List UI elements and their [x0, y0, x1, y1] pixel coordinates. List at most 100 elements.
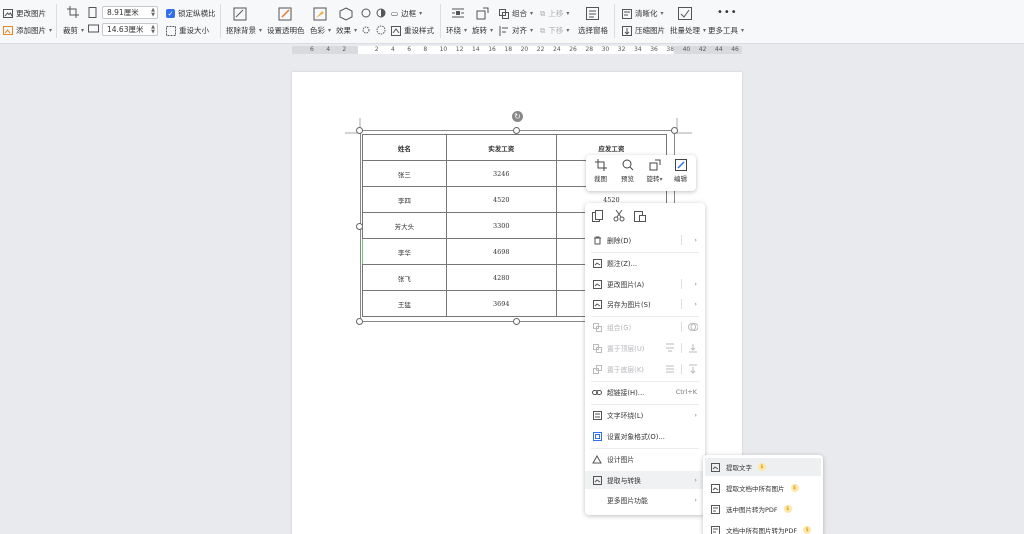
batch-icon[interactable]	[678, 7, 692, 20]
resize-handle[interactable]	[513, 127, 520, 134]
format-object-icon	[592, 431, 602, 441]
ruler-tick: 44	[715, 46, 723, 53]
menu-item-send-to-back[interactable]: 置于底层(K)	[585, 360, 705, 378]
ruler-tick: 8	[423, 46, 428, 53]
crop-button[interactable]: 裁剪 ▾	[63, 25, 84, 36]
chevron-down-icon: ▾	[328, 27, 332, 34]
set-transparent-button[interactable]: 设置透明色	[267, 25, 305, 36]
crop-icon-button[interactable]	[67, 6, 79, 18]
clarity-button[interactable]: 清晰化 ▾	[622, 8, 664, 19]
ruler-tick: 2	[342, 46, 347, 53]
transparent-icon[interactable]	[278, 7, 292, 21]
batch-button[interactable]: 批量处理 ▾	[670, 25, 706, 36]
spinner-icon[interactable]: ▲ ▼	[151, 25, 155, 35]
width-input[interactable]: 14.63厘米 ▲ ▼	[102, 23, 158, 36]
chevron-down-icon: ▾	[464, 27, 468, 34]
align-top-icon	[665, 343, 675, 355]
chevron-right-icon: ›	[694, 496, 697, 504]
resize-handle[interactable]	[513, 318, 520, 325]
menu-item-text-wrap[interactable]: 文字环绕(L) ›	[585, 406, 705, 424]
compress-button[interactable]: 压缩图片	[622, 25, 665, 36]
layer-down-icon	[665, 364, 675, 376]
border-button[interactable]: ▭ 边框 ▾	[391, 8, 422, 19]
ruler-tick: 34	[634, 46, 642, 53]
resize-handle[interactable]	[356, 318, 363, 325]
menu-item-extract-convert[interactable]: 提取与转换 ›	[585, 471, 705, 489]
resize-handle[interactable]	[356, 127, 363, 134]
chevron-right-icon: ›	[694, 411, 697, 419]
layer-bottom-icon	[688, 364, 698, 376]
more-tools-button[interactable]: 更多工具 ▾	[708, 25, 744, 36]
reset-style-icon	[391, 25, 401, 36]
color-button[interactable]: 色彩 ▾	[310, 25, 331, 36]
menu-item-hyperlink[interactable]: 超链接(H)... Ctrl+K	[585, 383, 705, 401]
cut-icon[interactable]	[613, 210, 625, 222]
ruler-tick: 42	[698, 46, 707, 53]
effects-icon[interactable]	[339, 7, 353, 21]
menu-item-format-object[interactable]: 设置对象格式(O)...	[585, 427, 705, 445]
menu-item-save-as-picture[interactable]: 另存为图片(S) ›	[585, 295, 705, 313]
wrap-button[interactable]: 环绕 ▾	[446, 25, 467, 36]
menu-item-design-picture[interactable]: 设计图片	[585, 450, 705, 468]
compress-icon	[622, 25, 632, 36]
menu-item-more-functions[interactable]: 更多图片功能 ›	[585, 491, 705, 509]
lock-ratio-checkbox[interactable]: ✓ 锁定纵横比	[166, 8, 216, 19]
contrast-icon[interactable]	[376, 8, 386, 18]
menu-item-group[interactable]: 组合(G)	[585, 318, 705, 336]
menu-item-bring-to-front[interactable]: 置于顶层(U)	[585, 339, 705, 357]
mini-preview-button[interactable]: 预览	[615, 159, 640, 183]
paste-icon[interactable]	[634, 210, 646, 222]
ruler-tick: 2	[374, 46, 379, 53]
mini-edit-button[interactable]: 编辑	[668, 159, 693, 183]
effects-button[interactable]: 效果 ▾	[336, 25, 357, 36]
resize-handle[interactable]	[671, 127, 678, 134]
ruler-tick: 10	[439, 46, 448, 53]
chevron-right-icon: ›	[694, 280, 697, 288]
submenu-item-selected-to-pdf[interactable]: 选中图片转为PDF $	[705, 500, 821, 518]
sparkle-icon[interactable]	[361, 25, 371, 35]
submenu-item-extract-text[interactable]: 提取文字 $	[705, 458, 821, 476]
submenu-item-extract-all-images[interactable]: 提取文档中所有图片 $	[705, 479, 821, 497]
reset-size-button[interactable]: 重设大小	[166, 25, 209, 36]
height-icon	[88, 7, 98, 18]
ruler-tick: 6	[407, 46, 412, 53]
send-backward-button[interactable]: ⧉ 下移 ▾	[540, 25, 569, 36]
contrast-down-icon[interactable]	[376, 25, 386, 35]
spinner-icon[interactable]: ▲ ▼	[151, 8, 155, 18]
brightness-icon[interactable]	[361, 8, 371, 18]
submenu-item-all-to-pdf[interactable]: 文档中所有图片转为PDF $	[705, 521, 821, 534]
rotate-icon[interactable]	[476, 7, 490, 20]
menu-item-caption[interactable]: 题注(Z)...	[585, 254, 705, 272]
rotate-icon	[649, 159, 660, 171]
wrap-icon[interactable]	[451, 7, 465, 20]
menu-item-change-picture[interactable]: 更改图片(A) ›	[585, 275, 705, 293]
copy-icon[interactable]	[592, 210, 604, 222]
vip-badge-icon: $	[783, 505, 792, 513]
menu-item-delete[interactable]: 删除(D) ›	[585, 231, 705, 249]
add-picture-button[interactable]: 添加图片 ▾	[3, 25, 52, 36]
vip-badge-icon: $	[758, 463, 766, 471]
rotate-handle-icon[interactable]: ↻	[512, 111, 523, 122]
mini-crop-button[interactable]: 裁图	[588, 159, 613, 183]
selection-pane-button[interactable]: 选择窗格	[578, 25, 608, 36]
selection-pane-icon[interactable]	[586, 7, 599, 20]
remove-bg-icon[interactable]	[233, 7, 247, 21]
reset-style-button[interactable]: 重设样式	[391, 25, 434, 36]
bring-forward-button[interactable]: ⧉ 上移 ▾	[540, 8, 569, 19]
picture-toolbar: 更改图片 添加图片 ▾ 裁剪 ▾ 8.91厘米 ▲ ▼ 14.63厘米 ▲ ▼ ✓ …	[0, 0, 1024, 44]
height-input[interactable]: 8.91厘米 ▲ ▼	[102, 6, 158, 19]
horizontal-ruler[interactable]: 6 4 2 2 4 6 8 10 12 14 16 18 20 22 24 26 28 30 32 34 36 38 40 4…	[292, 44, 742, 55]
color-icon[interactable]	[313, 7, 327, 21]
vip-badge-icon: $	[790, 484, 799, 492]
border-icon: ▭	[391, 9, 399, 18]
pdf-icon	[711, 504, 720, 514]
remove-bg-button[interactable]: 抠除背景 ▾	[226, 25, 262, 36]
chevron-down-icon: ▾	[566, 27, 570, 34]
extract-submenu: 提取文字 $ 提取文档中所有图片 $ 选中图片转为PDF $ 文档中所有图片转为…	[703, 455, 823, 534]
mini-rotate-button[interactable]: 旋转▾	[642, 159, 667, 183]
more-dots-icon[interactable]: •••	[717, 7, 738, 18]
align-button[interactable]: 对齐 ▾	[499, 25, 533, 36]
group-button[interactable]: 组合 ▾	[499, 8, 533, 19]
rotate-button[interactable]: 旋转 ▾	[472, 25, 493, 36]
change-picture-button[interactable]: 更改图片	[3, 8, 46, 19]
